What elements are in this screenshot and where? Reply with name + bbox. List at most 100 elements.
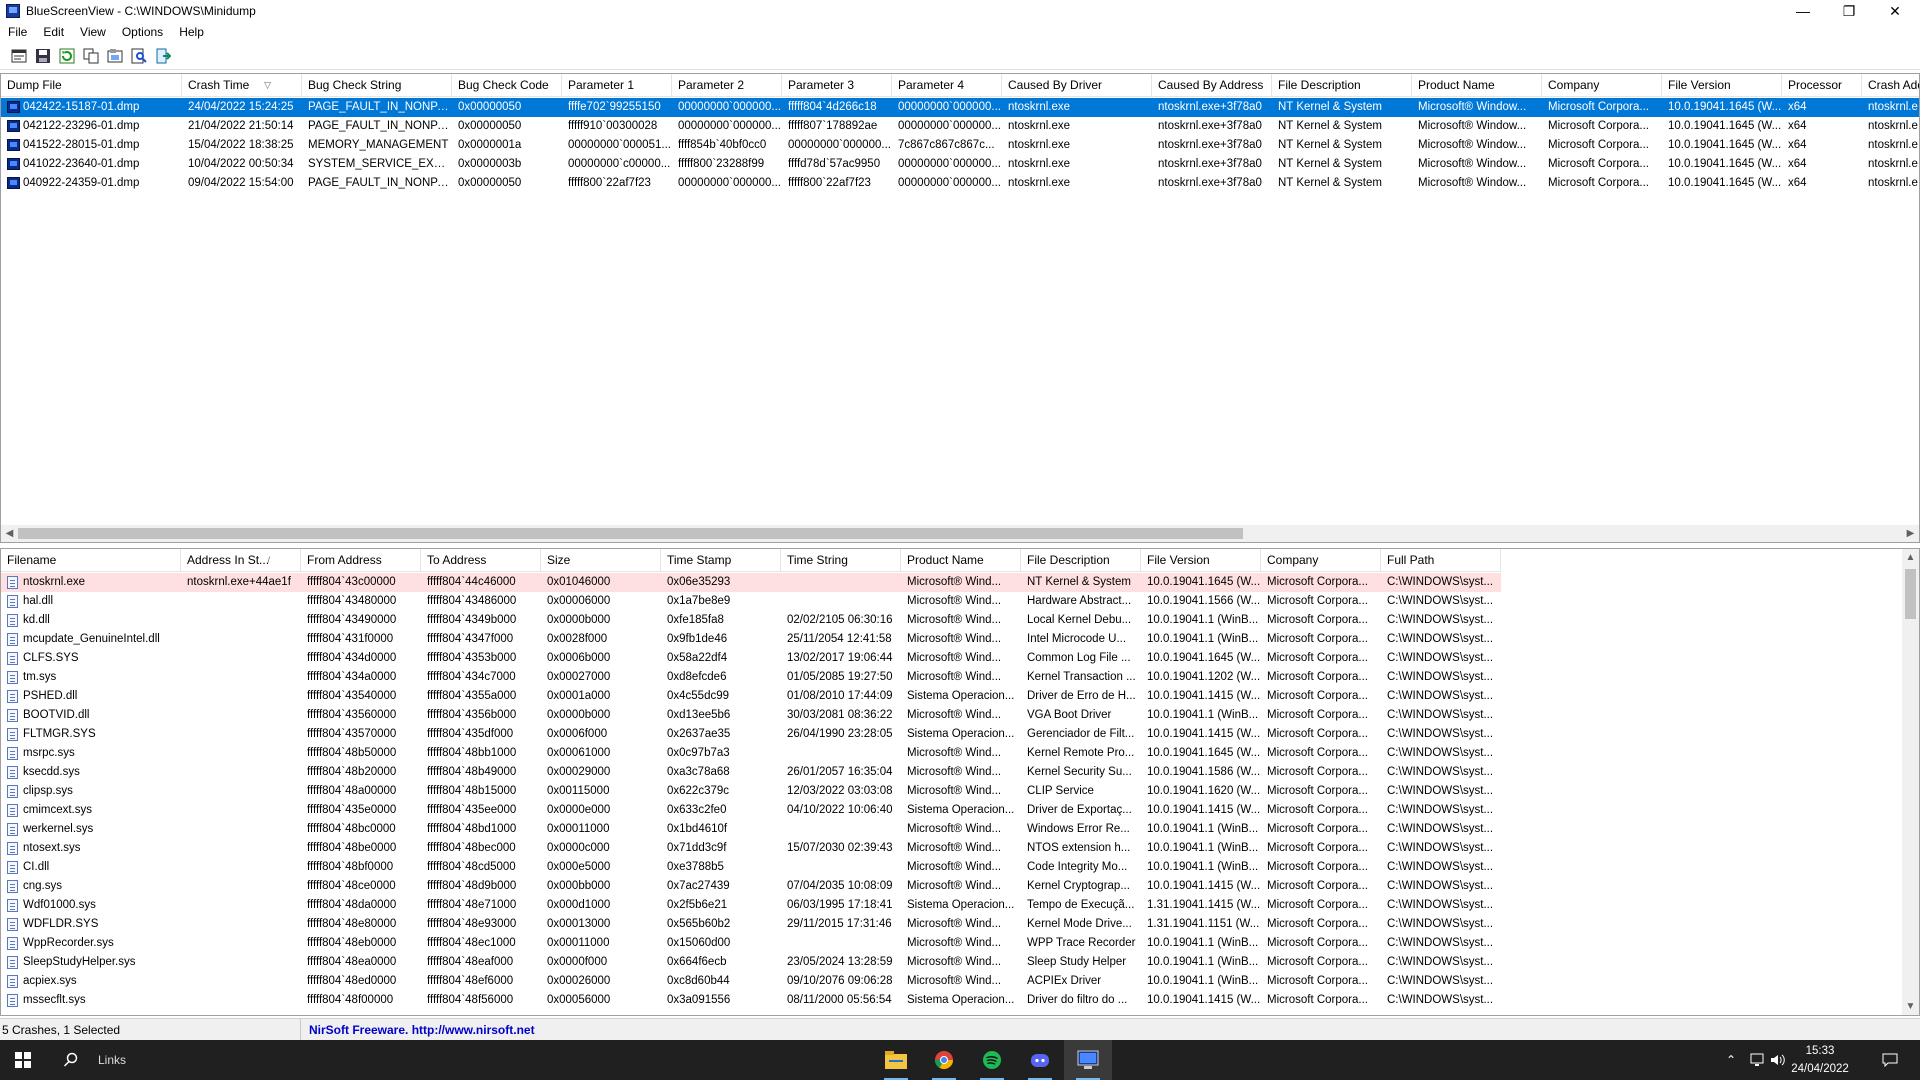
column-header[interactable]: Product Name: [901, 549, 1021, 571]
taskbar-discord[interactable]: [1016, 1040, 1064, 1080]
menu-options[interactable]: Options: [114, 22, 171, 42]
menu-help[interactable]: Help: [171, 22, 212, 42]
cell-text: 0x2f5b6e21: [667, 899, 728, 911]
vertical-scroll-thumb[interactable]: [1905, 569, 1916, 619]
column-header[interactable]: Company: [1542, 74, 1662, 96]
scroll-down-icon[interactable]: ▼: [1902, 998, 1919, 1015]
cell-text: ffff854b`40bf0cc0: [678, 139, 767, 151]
crash-row[interactable]: 040922-24359-01.dmp 09/04/2022 15:54:00 PA…: [1, 174, 1919, 193]
column-header[interactable]: Company: [1261, 549, 1381, 571]
find-button[interactable]: [128, 45, 150, 67]
html-report-button[interactable]: [104, 45, 126, 67]
module-row[interactable]: cmimcext.sys fffff804`435e0000 fffff804`43…: [1, 801, 1501, 820]
crash-row[interactable]: 042122-23296-01.dmp 21/04/2022 21:50:14 PA…: [1, 117, 1919, 136]
column-header[interactable]: To Address: [421, 549, 541, 571]
column-header[interactable]: Size: [541, 549, 661, 571]
module-row[interactable]: CLFS.SYS fffff804`434d0000 fffff804`4353b0…: [1, 649, 1501, 668]
column-header[interactable]: From Address: [301, 549, 421, 571]
network-icon[interactable]: [1750, 1040, 1766, 1080]
column-header[interactable]: File Version: [1141, 549, 1261, 571]
module-row[interactable]: ksecdd.sys fffff804`48b20000 fffff804`48b4…: [1, 763, 1501, 782]
column-header[interactable]: Dump File: [1, 74, 182, 96]
module-row[interactable]: hal.dll fffff804`43480000 fffff804`4348600…: [1, 592, 1501, 611]
module-row[interactable]: BOOTVID.dll fffff804`43560000 fffff804`435…: [1, 706, 1501, 725]
column-header[interactable]: Parameter 3: [782, 74, 892, 96]
column-header[interactable]: File Description: [1272, 74, 1412, 96]
notification-center-button[interactable]: [1870, 1040, 1910, 1080]
maximize-button[interactable]: ❐: [1826, 0, 1872, 22]
exit-button[interactable]: [152, 45, 174, 67]
taskbar-spotify[interactable]: [968, 1040, 1016, 1080]
module-row[interactable]: CI.dll fffff804`48bf0000 fffff804`48cd5000…: [1, 858, 1501, 877]
crash-row[interactable]: 042422-15187-01.dmp 24/04/2022 15:24:25 PA…: [1, 98, 1919, 117]
column-header[interactable]: Parameter 1: [562, 74, 672, 96]
close-button[interactable]: ✕: [1872, 0, 1918, 22]
crash-row[interactable]: 041522-28015-01.dmp 15/04/2022 18:38:25 ME…: [1, 136, 1919, 155]
module-row[interactable]: msrpc.sys fffff804`48b50000 fffff804`48bb1…: [1, 744, 1501, 763]
links-toolbar[interactable]: Links: [98, 1040, 126, 1080]
table-cell: Wdf01000.sys: [1, 896, 181, 915]
module-row[interactable]: ntosext.sys fffff804`48be0000 fffff804`48b…: [1, 839, 1501, 858]
module-row[interactable]: clipsp.sys fffff804`48a00000 fffff804`48b1…: [1, 782, 1501, 801]
column-header[interactable]: Filename: [1, 549, 181, 571]
menu-file[interactable]: File: [0, 22, 35, 42]
module-row[interactable]: werkernel.sys fffff804`48bc0000 fffff804`4…: [1, 820, 1501, 839]
horizontal-scroll-thumb[interactable]: [18, 528, 1243, 539]
column-header[interactable]: Caused By Address: [1152, 74, 1272, 96]
column-header[interactable]: Bug Check String: [302, 74, 452, 96]
column-header[interactable]: Address In St... /: [181, 549, 301, 571]
start-button[interactable]: [0, 1040, 46, 1080]
tray-overflow-icon[interactable]: ⌃: [1726, 1040, 1736, 1080]
column-header[interactable]: Product Name: [1412, 74, 1542, 96]
copy-button[interactable]: [80, 45, 102, 67]
column-header[interactable]: Processor: [1782, 74, 1862, 96]
column-header[interactable]: Crash Time ▽: [182, 74, 302, 96]
save-button[interactable]: [32, 45, 54, 67]
table-cell: 10.0.19041.1415 (W...: [1141, 877, 1261, 896]
column-header[interactable]: Full Path: [1381, 549, 1501, 571]
module-row[interactable]: acpiex.sys fffff804`48ed0000 fffff804`48ef…: [1, 972, 1501, 991]
module-row[interactable]: mssecflt.sys fffff804`48f00000 fffff804`48…: [1, 991, 1501, 1010]
module-row[interactable]: SleepStudyHelper.sys fffff804`48ea0000 fff…: [1, 953, 1501, 972]
module-row[interactable]: Wdf01000.sys fffff804`48da0000 fffff804`48…: [1, 896, 1501, 915]
module-row[interactable]: mcupdate_GenuineIntel.dll fffff804`431f00…: [1, 630, 1501, 649]
scroll-up-icon[interactable]: ▲: [1902, 549, 1919, 566]
taskbar-clock[interactable]: 15:33 24/04/2022: [1780, 1042, 1860, 1078]
menu-view[interactable]: View: [72, 22, 114, 42]
nirsoft-link[interactable]: NirSoft Freeware. http://www.nirsoft.net: [300, 1019, 535, 1041]
cell-text: Microsoft Corpora...: [1548, 139, 1649, 151]
properties-button[interactable]: [8, 45, 30, 67]
module-row[interactable]: ntoskrnl.exe ntoskrnl.exe+44ae1f fffff804`…: [1, 573, 1501, 592]
minimize-button[interactable]: —: [1780, 0, 1826, 22]
module-row[interactable]: PSHED.dll fffff804`43540000 fffff804`4355a…: [1, 687, 1501, 706]
crash-list-horizontal-scrollbar[interactable]: ◀ ▶: [1, 525, 1919, 542]
column-header[interactable]: Parameter 2: [672, 74, 782, 96]
module-list-vertical-scrollbar[interactable]: ▲ ▼: [1902, 549, 1919, 1015]
cell-text: ntoskrnl.exe: [1008, 177, 1071, 189]
table-cell: Microsoft Corpora...: [1542, 117, 1662, 136]
taskbar-bluescreenview[interactable]: [1064, 1040, 1112, 1080]
column-header[interactable]: Time String: [781, 549, 901, 571]
scroll-right-icon[interactable]: ▶: [1902, 525, 1919, 542]
column-header[interactable]: Time Stamp: [661, 549, 781, 571]
taskbar-chrome[interactable]: [920, 1040, 968, 1080]
column-header[interactable]: File Description: [1021, 549, 1141, 571]
module-row[interactable]: WppRecorder.sys fffff804`48eb0000 fffff804…: [1, 934, 1501, 953]
scroll-left-icon[interactable]: ◀: [1, 525, 18, 542]
module-row[interactable]: FLTMGR.SYS fffff804`43570000 fffff804`435d…: [1, 725, 1501, 744]
module-row[interactable]: tm.sys fffff804`434a0000 fffff804`434c7000…: [1, 668, 1501, 687]
table-cell: [181, 915, 301, 934]
column-header[interactable]: Caused By Driver: [1002, 74, 1152, 96]
search-button[interactable]: [56, 1040, 86, 1080]
crash-row[interactable]: 041022-23640-01.dmp 10/04/2022 00:50:34 SY…: [1, 155, 1919, 174]
column-header[interactable]: File Version: [1662, 74, 1782, 96]
column-header[interactable]: Bug Check Code: [452, 74, 562, 96]
module-row[interactable]: WDFLDR.SYS fffff804`48e80000 fffff804`48e9…: [1, 915, 1501, 934]
menu-edit[interactable]: Edit: [35, 22, 72, 42]
module-row[interactable]: cng.sys fffff804`48ce0000 fffff804`48d9b00…: [1, 877, 1501, 896]
column-header[interactable]: Crash Add: [1862, 74, 1919, 96]
column-header[interactable]: Parameter 4: [892, 74, 1002, 96]
refresh-button[interactable]: [56, 45, 78, 67]
taskbar-file-explorer[interactable]: [872, 1040, 920, 1080]
module-row[interactable]: kd.dll fffff804`43490000 fffff804`4349b000…: [1, 611, 1501, 630]
